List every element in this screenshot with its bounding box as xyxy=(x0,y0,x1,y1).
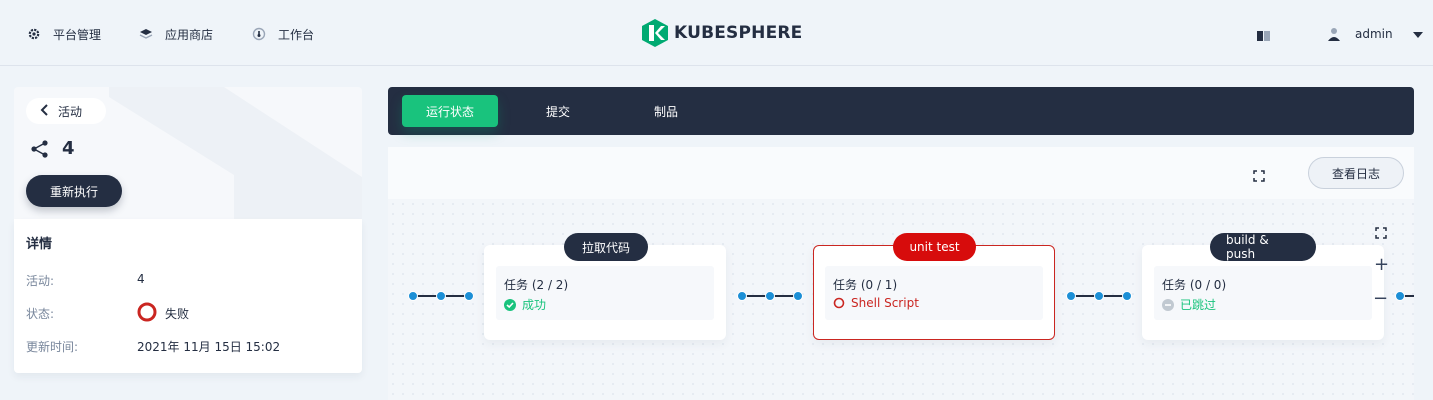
connector-dot xyxy=(737,291,747,301)
connector-dot xyxy=(1094,291,1104,301)
task-count: 任务 (0 / 1) xyxy=(833,278,898,292)
nav-workbench-label: 工作台 xyxy=(278,27,315,42)
stage-name-pill: unit test xyxy=(893,233,976,261)
connector-dot xyxy=(1395,291,1405,301)
field-label-updated: 更新时间: xyxy=(26,340,79,354)
task-status-text: 成功 xyxy=(522,298,547,312)
task-summary[interactable]: 任务 (0 / 1) Shell Script xyxy=(825,266,1043,320)
connector-dot xyxy=(436,291,446,301)
pipeline-run-icon xyxy=(30,139,50,163)
connector-dot xyxy=(1122,291,1132,301)
zoom-in-button[interactable]: + xyxy=(1374,254,1389,275)
connector-dot xyxy=(408,291,418,301)
nav-workbench[interactable]: 工作台 xyxy=(252,24,314,44)
run-number: 4 xyxy=(62,138,75,159)
failed-circle-icon xyxy=(833,297,845,309)
tab-commits[interactable]: 提交 xyxy=(510,95,606,127)
connector-dot xyxy=(793,291,803,301)
kubesphere-logo-icon xyxy=(642,19,668,47)
nav-appstore-label: 应用商店 xyxy=(165,27,214,42)
caret-down-icon xyxy=(1412,27,1423,41)
dashboard-icon xyxy=(252,27,266,41)
details-title: 详情 xyxy=(26,237,53,252)
task-status: 成功 xyxy=(504,296,546,313)
field-value-updated: 2021年 11月 15日 15:02 xyxy=(137,340,281,354)
nav-platform[interactable]: 平台管理 xyxy=(27,24,101,44)
back-label: 活动 xyxy=(58,104,83,119)
task-status-text: Shell Script xyxy=(851,296,919,310)
task-status-text: 已跳过 xyxy=(1180,298,1217,312)
success-check-icon xyxy=(504,298,516,311)
connector-dot xyxy=(765,291,775,301)
layers-icon xyxy=(139,27,153,41)
connector-dot xyxy=(1066,291,1076,301)
logo-text: KUBESPHERE xyxy=(674,23,803,43)
stage-name-pill: 拉取代码 xyxy=(564,233,648,261)
view-logs-button[interactable]: 查看日志 xyxy=(1308,157,1404,189)
task-count: 任务 (0 / 0) xyxy=(1162,278,1227,292)
username: admin xyxy=(1355,27,1393,41)
fullscreen-icon[interactable] xyxy=(1253,167,1265,186)
failed-status-icon xyxy=(137,302,157,326)
gear-icon xyxy=(27,27,41,41)
tab-artifacts[interactable]: 制品 xyxy=(618,95,714,127)
field-value-run: 4 xyxy=(137,272,145,286)
back-button[interactable]: 活动 xyxy=(26,98,106,124)
book-icon[interactable] xyxy=(1257,27,1271,46)
field-label-run: 活动: xyxy=(26,274,55,288)
field-label-status: 状态: xyxy=(26,307,55,321)
skipped-icon xyxy=(1162,298,1174,311)
connector-dot xyxy=(464,291,474,301)
task-summary[interactable]: 任务 (2 / 2) 成功 xyxy=(496,266,714,320)
nav-appstore[interactable]: 应用商店 xyxy=(139,24,213,44)
canvas-fullscreen-icon[interactable] xyxy=(1375,224,1387,243)
kubesphere-logo[interactable]: KUBESPHERE xyxy=(642,19,803,47)
stage-name-pill: build & push xyxy=(1210,233,1316,261)
zoom-out-button[interactable]: − xyxy=(1373,288,1388,309)
task-status: Shell Script xyxy=(833,296,919,310)
tab-run-status[interactable]: 运行状态 xyxy=(402,95,498,127)
task-summary[interactable]: 任务 (0 / 0) 已跳过 xyxy=(1154,266,1372,320)
nav-platform-label: 平台管理 xyxy=(53,27,102,42)
user-icon xyxy=(1327,27,1341,41)
task-count: 任务 (2 / 2) xyxy=(504,278,569,292)
chevron-left-icon xyxy=(40,103,48,119)
task-status: 已跳过 xyxy=(1162,296,1216,313)
user-menu[interactable]: admin xyxy=(1327,24,1423,44)
field-value-status: 失败 xyxy=(165,307,190,321)
rerun-button[interactable]: 重新执行 xyxy=(26,175,122,207)
